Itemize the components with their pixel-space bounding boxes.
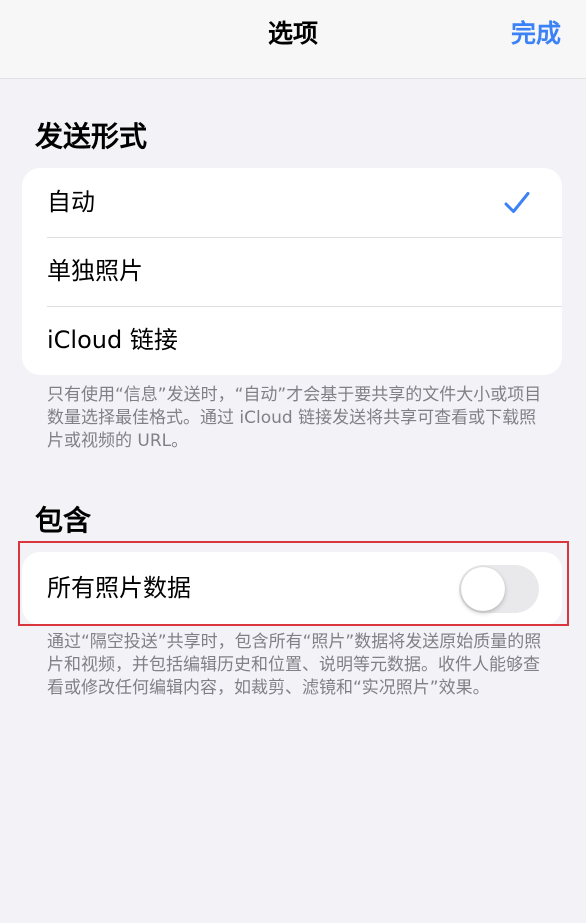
option-icloud-link[interactable]: iCloud 链接	[22, 306, 562, 375]
include-footnote: 通过“隔空投送”共享时，包含所有“照片”数据将发送原始质量的照片和视频，并包括编…	[47, 632, 542, 698]
option-label: 单独照片	[47, 257, 143, 285]
option-individual-photos[interactable]: 单独照片	[22, 237, 562, 306]
send-format-footnote: 只有使用“信息”发送时，“自动”才会基于要共享的文件大小或项目数量选择最佳格式。…	[47, 385, 542, 451]
send-format-options: 自动 单独照片 iCloud 链接	[22, 168, 562, 375]
option-label: iCloud 链接	[47, 326, 178, 354]
send-format-header: 发送形式	[35, 120, 148, 153]
all-photos-data-label: 所有照片数据	[47, 574, 191, 602]
done-button[interactable]: 完成	[511, 18, 561, 50]
option-label: 自动	[47, 188, 95, 216]
include-options: 所有照片数据	[22, 552, 562, 625]
option-automatic[interactable]: 自动	[22, 168, 562, 237]
all-photos-data-row: 所有照片数据	[22, 552, 562, 625]
page-title: 选项	[267, 19, 318, 48]
toggle-knob	[461, 567, 505, 611]
checkmark-icon	[504, 192, 530, 213]
all-photos-data-toggle[interactable]	[459, 565, 539, 613]
navigation-bar: 选项 完成	[0, 0, 586, 79]
include-header: 包含	[35, 504, 92, 537]
